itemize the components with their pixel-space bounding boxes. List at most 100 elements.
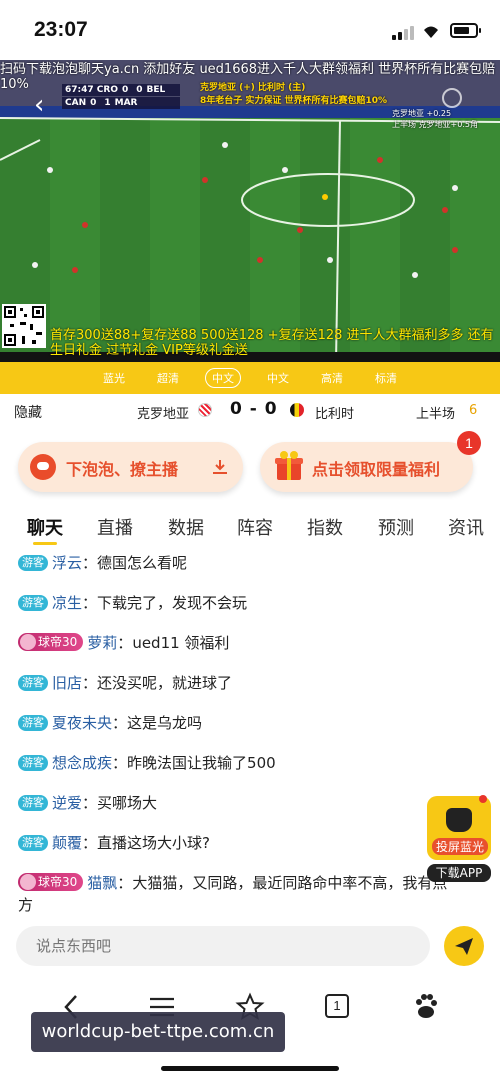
notification-badge: 1 [457, 431, 481, 455]
scoreboard: 67:47 CRO 0 0 BEL CAN 0 1 MAR [62, 84, 180, 110]
chat-list[interactable]: 游客 浮云：德国怎么看呢 游客 凉生：下载完了，发现不会玩 球帝30 萝莉：ued11… [0, 546, 500, 912]
quality-option[interactable]: 超清 [151, 369, 185, 387]
croatia-flag-icon [198, 403, 212, 417]
guest-tag: 游客 [18, 675, 48, 691]
status-bar: 23:07 [0, 0, 500, 60]
chat-message: 游客 颠覆：直播这场大小球? [18, 832, 210, 854]
chat-username[interactable]: 夏夜未央 [52, 714, 112, 732]
chat-username[interactable]: 想念成疾 [52, 754, 112, 772]
chat-input-bar [0, 912, 500, 980]
content-tabs: 聊天 直播 数据 阵容 指数 预测 资讯 [0, 508, 500, 545]
download-bubble-label: 下泡泡、撩主播 [66, 460, 179, 479]
scoreboard-home: CAN [65, 98, 87, 108]
float-notification-dot [479, 795, 487, 803]
tab-data[interactable]: 数据 [168, 514, 204, 540]
scoreboard-home: CRO [96, 85, 118, 95]
send-button[interactable] [444, 926, 484, 966]
guest-tag: 游客 [18, 715, 48, 731]
quality-option[interactable]: 中文 [261, 369, 295, 387]
chat-text: 还没买呢，就进球了 [97, 674, 233, 692]
back-arrow-icon[interactable]: ‹ [34, 90, 44, 120]
tab-count-button[interactable]: 1 [325, 994, 349, 1018]
chat-bubble-icon [30, 454, 56, 480]
chat-text: 德国怎么看呢 [97, 554, 188, 572]
chat-username[interactable]: 浮云 [52, 554, 82, 572]
guest-tag: 游客 [18, 795, 48, 811]
match-period-number: 6 [469, 403, 478, 418]
vip-level-tag: 球帝30 [18, 873, 84, 891]
cast-bluray-label: 投屏蓝光 [432, 838, 489, 855]
chat-username[interactable]: 逆爱 [52, 794, 82, 812]
download-app-label[interactable]: 下载APP [427, 864, 491, 882]
vip-level-tag: 球帝30 [18, 633, 84, 651]
claim-bonus-button[interactable]: 点击领取限量福利 [260, 442, 473, 492]
chat-message: 游客 旧店：还没买呢，就进球了 [18, 672, 232, 694]
ad-right-line1: 克罗地亚 +0.25 [392, 109, 452, 118]
tab-news[interactable]: 资讯 [448, 514, 484, 540]
chat-message: 球帝30 猫飘：大猫猫，又同路，最近同路命中率不高，我有点方 [18, 873, 448, 912]
quality-option-active[interactable]: 中文 [205, 368, 241, 388]
video-settings-icon[interactable] [442, 88, 462, 108]
video-player[interactable]: 扫码下载泡泡聊天ya.cn 添加好友 ued1668进入千人大群领福利 世界杯所… [0, 60, 500, 362]
ad-top-line1: 克罗地亚 (+) 比利时 (主) [200, 83, 306, 93]
chat-input[interactable] [16, 926, 430, 966]
ad-banner-top: 克罗地亚 (+) 比利时 (主) 8年老台子 实力保证 世界杯所有比赛包赔10% [200, 80, 387, 106]
qr-caption: 首存300送88+复存送88 500送128 +复存送128 进千人大群福利多多… [50, 328, 494, 358]
quality-option[interactable]: 标清 [369, 369, 403, 387]
signal-icon [392, 26, 414, 40]
belgium-flag-icon [290, 403, 304, 417]
chat-text: 昨晚法国让我输了500 [127, 754, 276, 772]
home-indicator [161, 1066, 339, 1071]
ad-right-line2: 上半场 克罗地亚+0.5角 [392, 120, 478, 129]
guest-tag: 游客 [18, 835, 48, 851]
claim-bonus-label: 点击领取限量福利 [312, 460, 441, 479]
quality-bar: 蓝光 超清 中文 中文 高清 标清 [0, 362, 500, 394]
chat-text: ued11 领福利 [132, 634, 230, 652]
chat-username[interactable]: 颠覆 [52, 834, 82, 852]
away-team: 比利时 [315, 407, 355, 422]
chat-username[interactable]: 凉生 [52, 594, 82, 612]
download-bubble-button[interactable]: 下泡泡、撩主播 [18, 442, 243, 492]
status-time: 23:07 [34, 18, 88, 41]
hide-button[interactable]: 隐藏 [14, 402, 42, 422]
chat-text: 直播这场大小球? [97, 834, 210, 852]
chat-message: 游客 浮云：德国怎么看呢 [18, 552, 187, 574]
chat-username[interactable]: 猫飘 [87, 874, 117, 892]
battery-icon [450, 23, 481, 38]
download-icon [213, 460, 227, 474]
battery-fill [454, 27, 469, 34]
qr-code-image [2, 304, 46, 348]
chat-message: 游客 凉生：下载完了，发现不会玩 [18, 592, 247, 614]
scoreboard-away-score: 1 [104, 98, 111, 108]
guest-tag: 游客 [18, 755, 48, 771]
chat-message: 球帝30 萝莉：ued11 领福利 [18, 632, 229, 654]
guest-tag: 游客 [18, 595, 48, 611]
chat-username[interactable]: 萝莉 [87, 634, 117, 652]
dog-mascot-icon [446, 808, 472, 832]
scoreboard-clock: 67:47 [65, 85, 94, 95]
chat-username[interactable]: 旧店 [52, 674, 82, 692]
match-info: 隐藏 克罗地亚 0 - 0 比利时 上半场 6 [0, 394, 500, 428]
ad-banner-right: 克罗地亚 +0.25 上半场 克罗地亚+0.5角 [392, 108, 478, 130]
scoreboard-row-1: 67:47 CRO 0 0 BEL [62, 84, 180, 96]
scoreboard-away-score: 0 [136, 85, 143, 95]
scoreboard-home-score: 0 [90, 98, 97, 108]
scoreboard-away: MAR [114, 98, 138, 108]
quality-option[interactable]: 高清 [315, 369, 349, 387]
chat-message: 游客 夏夜未央：这是乌龙吗 [18, 712, 202, 734]
gift-icon [275, 451, 303, 480]
chat-message: 游客 逆爱：买哪场大 [18, 792, 157, 814]
home-team: 克罗地亚 [137, 407, 190, 422]
tab-lineup[interactable]: 阵容 [237, 514, 273, 540]
tab-chat[interactable]: 聊天 [27, 514, 63, 540]
quality-option[interactable]: 蓝光 [97, 369, 131, 387]
baidu-paw-icon[interactable] [411, 992, 441, 1022]
watermark-url: worldcup-bet-ttpe.com.cn [31, 1012, 285, 1052]
tab-odds[interactable]: 指数 [307, 514, 343, 540]
chat-text: 这是乌龙吗 [127, 714, 203, 732]
tab-prediction[interactable]: 预测 [378, 514, 414, 540]
wifi-icon [424, 26, 438, 38]
match-score: 0 - 0 [230, 399, 278, 419]
tab-live[interactable]: 直播 [97, 514, 133, 540]
match-period: 上半场 [416, 407, 456, 422]
